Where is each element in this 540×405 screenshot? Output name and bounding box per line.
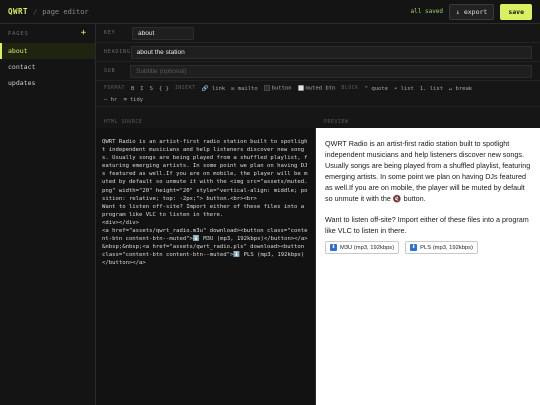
- muted-btn-button[interactable]: muted btn: [297, 85, 336, 92]
- sub-field-row: SUB Subtitle (optional): [96, 62, 540, 81]
- insert-button-button[interactable]: button: [263, 85, 292, 92]
- preview-button-word: button.: [403, 194, 426, 203]
- html-source-editor[interactable]: QWRT Radio is an artist-first radio stat…: [96, 128, 316, 405]
- break-button[interactable]: ↵ break: [449, 86, 472, 92]
- bold-button[interactable]: B: [131, 86, 134, 92]
- link-button[interactable]: 🔗 link: [202, 86, 225, 92]
- pages-heading: PAGES: [8, 30, 29, 37]
- top-bar: QWRT / page editor all saved ↓ export sa…: [0, 0, 540, 24]
- pages-sidebar: PAGES + about contact updates: [0, 24, 96, 405]
- editor-main: KEY about HEADING about the station SUB …: [96, 24, 540, 405]
- heading-field-row: HEADING about the station: [96, 43, 540, 62]
- preview-paragraph-2: Want to listen off-site? Import either o…: [325, 215, 529, 235]
- preview-download-buttons: ⬇ M3U (mp3, 192kbps) ⬇ PLS (mp3, 192kbps…: [325, 241, 531, 254]
- heading-input[interactable]: about the station: [130, 45, 532, 59]
- top-actions: all saved ↓ export save: [410, 3, 532, 20]
- mailto-button[interactable]: ✉ mailto: [231, 86, 258, 92]
- download-icon: ⬇: [330, 244, 337, 251]
- italic-button[interactable]: I: [140, 86, 143, 92]
- html-source-text[interactable]: QWRT Radio is an artist-first radio stat…: [102, 138, 309, 268]
- muted-speaker-icon: 🔇: [392, 196, 402, 203]
- format-label: FORMAT: [104, 86, 125, 91]
- html-source-label: HTML SOURCE: [104, 120, 143, 125]
- strike-button[interactable]: S: [150, 86, 153, 92]
- block-label: BLOCK: [341, 86, 359, 91]
- insert-label: INSERT: [174, 86, 196, 91]
- muted-btn-label: muted btn: [305, 85, 336, 92]
- page-item-contact[interactable]: contact: [0, 59, 95, 75]
- toolbar-row-1: FORMAT B I S { } INSERT 🔗 link ✉ mailto …: [104, 83, 532, 94]
- sub-label: SUB: [104, 68, 116, 74]
- preview-label: PREVIEW: [324, 120, 349, 125]
- download-icon: ⬇: [410, 244, 418, 251]
- toolbar-row-2: — hr ⌫ tidy: [104, 94, 532, 105]
- pages-header: PAGES +: [0, 24, 95, 43]
- pls-download-button[interactable]: ⬇ PLS (mp3, 192kbps): [405, 241, 478, 254]
- add-page-button[interactable]: +: [81, 29, 87, 38]
- numbered-list-button[interactable]: 1. list: [420, 86, 443, 92]
- preview-intro-text: QWRT Radio is an artist-first radio stat…: [325, 139, 531, 203]
- sub-input[interactable]: Subtitle (optional): [130, 64, 532, 78]
- code-button[interactable]: { }: [159, 86, 169, 92]
- quote-button[interactable]: " quote: [365, 86, 388, 92]
- insert-button-label: button: [271, 85, 292, 92]
- key-label: KEY: [104, 30, 116, 36]
- breadcrumb-section: page editor: [42, 7, 89, 16]
- bullet-list-button[interactable]: • list: [394, 86, 414, 92]
- m3u-download-button[interactable]: ⬇ M3U (mp3, 192kbps): [325, 241, 400, 254]
- tidy-button[interactable]: ⌫ tidy: [123, 97, 143, 103]
- save-button[interactable]: save: [500, 3, 532, 20]
- pls-button-label: PLS (mp3, 192kbps): [420, 244, 473, 251]
- preview-pane: QWRT Radio is an artist-first radio stat…: [316, 128, 540, 405]
- editor-panes: HTML SOURCE PREVIEW QWRT Radio is an art…: [96, 118, 540, 405]
- preview-paragraph-1: QWRT Radio is an artist-first radio stat…: [325, 138, 531, 205]
- editor-toolbar: FORMAT B I S { } INSERT 🔗 link ✉ mailto …: [96, 81, 540, 107]
- page-item-about[interactable]: about: [0, 43, 95, 59]
- key-field-row: KEY about: [96, 24, 540, 43]
- page-item-updates[interactable]: updates: [0, 75, 95, 91]
- key-input[interactable]: about: [132, 26, 194, 40]
- export-button[interactable]: ↓ export: [449, 3, 495, 20]
- brand-logo[interactable]: QWRT: [8, 7, 28, 16]
- muted-swatch-icon: [297, 85, 304, 92]
- breadcrumb-separator: /: [33, 7, 38, 16]
- heading-label: HEADING: [104, 49, 131, 55]
- hr-button[interactable]: — hr: [104, 97, 117, 103]
- button-swatch-icon: [263, 85, 270, 92]
- save-status: all saved: [410, 8, 444, 15]
- m3u-button-label: M3U (mp3, 192kbps): [340, 244, 395, 251]
